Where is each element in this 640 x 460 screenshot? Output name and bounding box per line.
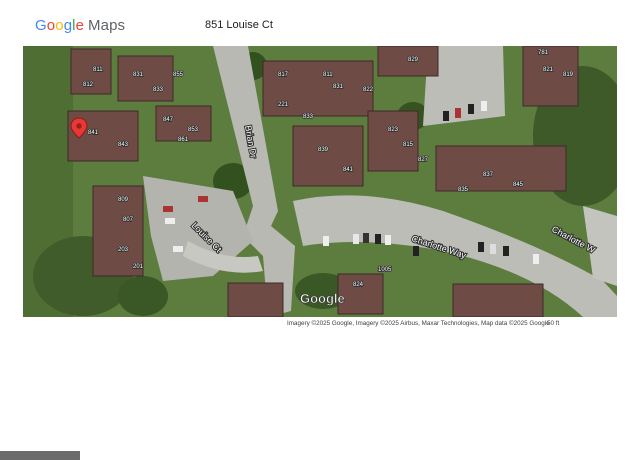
logo-letter: G <box>35 17 47 34</box>
unit-label: 809 <box>118 197 129 203</box>
logo-letter: g <box>63 17 73 34</box>
map-attribution[interactable]: Imagery ©2025 Google, Imagery ©2025 Airb… <box>287 320 550 327</box>
unit-label: 221 <box>278 102 289 108</box>
unit-label: 861 <box>178 137 189 143</box>
unit-label: 824 <box>353 282 364 288</box>
unit-label: 203 <box>118 247 129 253</box>
logo-letter: o <box>55 17 64 34</box>
unit-label: 823 <box>388 127 399 133</box>
unit-label: 833 <box>153 87 164 93</box>
address-title: 851 Louise Ct <box>205 19 273 31</box>
unit-label: 201 <box>133 264 144 270</box>
corner-bar <box>0 451 80 460</box>
unit-label: 841 <box>88 130 99 136</box>
unit-label: 837 <box>483 172 494 178</box>
unit-label: 841 <box>343 167 354 173</box>
unit-label: 1005 <box>378 267 392 273</box>
unit-label: 831 <box>333 84 344 90</box>
satellite-map[interactable]: Brian Dr Louise Ct Charlotte Way Charlot… <box>23 46 617 317</box>
unit-label: 845 <box>513 182 524 188</box>
unit-label: 847 <box>163 117 174 123</box>
unit-label: 855 <box>173 72 184 78</box>
logo-letter: o <box>46 17 56 34</box>
unit-label: 835 <box>458 187 469 193</box>
unit-label: 831 <box>133 72 144 78</box>
unit-label: 781 <box>538 50 549 56</box>
unit-label: 811 <box>93 67 103 73</box>
unit-label: 821 <box>543 67 554 73</box>
unit-label: 843 <box>118 142 129 148</box>
logo-letter: e <box>75 17 85 34</box>
unit-label: 815 <box>403 142 414 148</box>
unit-label: 833 <box>303 114 314 120</box>
scale-label[interactable]: 50 ft <box>547 320 559 327</box>
unit-label: 817 <box>278 72 289 78</box>
unit-label: 839 <box>318 147 329 153</box>
logo-maps-word: Maps <box>88 17 126 34</box>
unit-label: 827 <box>418 157 429 163</box>
map-header: Google Maps 851 Louise Ct <box>0 0 640 46</box>
unit-label: 812 <box>83 82 94 88</box>
unit-label: 807 <box>123 217 134 223</box>
unit-label: 811 <box>323 72 333 78</box>
google-maps-logo[interactable]: Google Maps <box>35 17 125 34</box>
google-watermark: Google <box>300 291 345 306</box>
unit-label: 829 <box>408 57 419 63</box>
unit-label: 822 <box>363 87 374 93</box>
unit-label: 819 <box>563 72 574 78</box>
unit-label: 853 <box>188 127 199 133</box>
